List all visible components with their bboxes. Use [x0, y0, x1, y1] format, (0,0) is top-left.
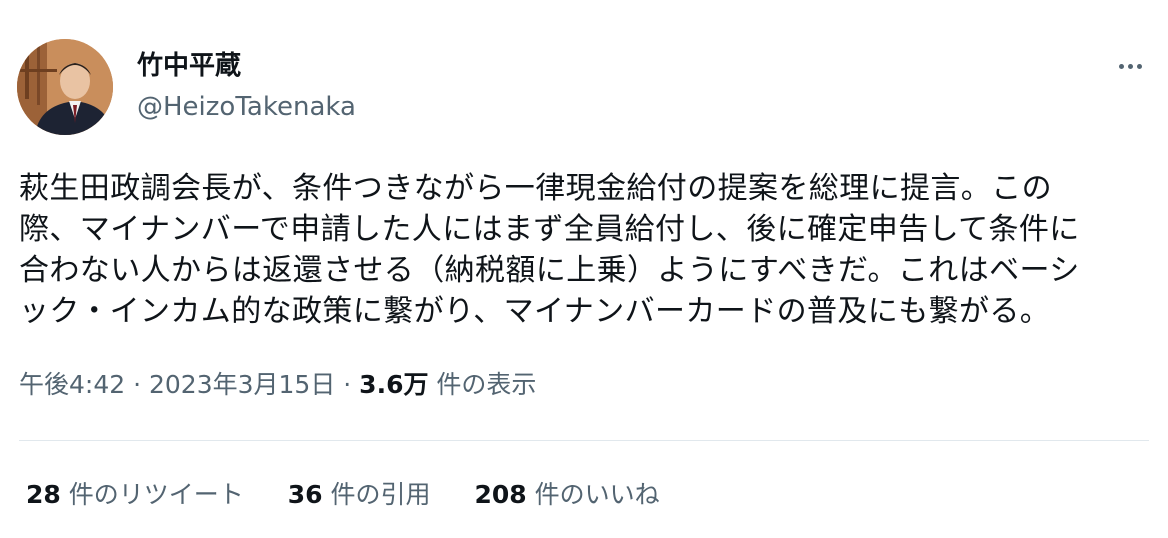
- retweets-stat[interactable]: 28 件のリツイート: [26, 478, 244, 512]
- retweets-label: 件のリツイート: [60, 480, 244, 509]
- views-label: 件の表示: [428, 370, 537, 399]
- tweet-time[interactable]: 午後4:42: [19, 370, 125, 399]
- author-handle[interactable]: @HeizoTakenaka: [137, 89, 356, 125]
- divider: [19, 440, 1149, 441]
- tweet-text-line: ック・インカム的な政策に繋がり、マイナンバーカードの普及にも繋がる。: [19, 294, 1051, 329]
- quotes-label: 件の引用: [322, 480, 431, 509]
- tweet-date[interactable]: 2023年3月15日: [149, 370, 335, 399]
- tweet-text-line: 合わない人からは返還させる（納税額に上乗）ようにすべきだ。これはベーシ: [19, 253, 1080, 288]
- quotes-stat[interactable]: 36 件の引用: [288, 478, 431, 512]
- likes-label: 件のいいね: [526, 480, 660, 509]
- likes-stat[interactable]: 208 件のいいね: [475, 478, 660, 512]
- tweet-text: 萩生田政調会長が、条件つきながら一律現金給付の提案を総理に提言。この 際、マイナ…: [19, 168, 1139, 332]
- quotes-count: 36: [287, 480, 323, 509]
- meta-separator: ·: [335, 370, 360, 399]
- more-horizontal-icon: [1118, 63, 1124, 69]
- more-options-button[interactable]: [1108, 56, 1152, 76]
- tweet-meta: 午後4:42 · 2023年3月15日 · 3.6万 件の表示: [19, 368, 536, 402]
- more-horizontal-icon-dot: [1127, 63, 1133, 69]
- tweet-text-line: 際、マイナンバーで申請した人にはまず全員給付し、後に確定申告して条件に: [19, 212, 1080, 247]
- author-display-name[interactable]: 竹中平蔵: [137, 48, 241, 84]
- engagement-stats: 28 件のリツイート 36 件の引用 208 件のいいね: [26, 477, 704, 513]
- avatar-photo: [17, 39, 113, 135]
- views-count: 3.6万: [359, 370, 429, 399]
- tweet-text-line: 萩生田政調会長が、条件つきながら一律現金給付の提案を総理に提言。この: [19, 171, 1052, 206]
- avatar[interactable]: [17, 39, 113, 135]
- more-horizontal-icon-dot: [1136, 63, 1142, 69]
- likes-count: 208: [474, 480, 527, 509]
- retweets-count: 28: [26, 480, 61, 509]
- meta-separator: ·: [125, 370, 149, 399]
